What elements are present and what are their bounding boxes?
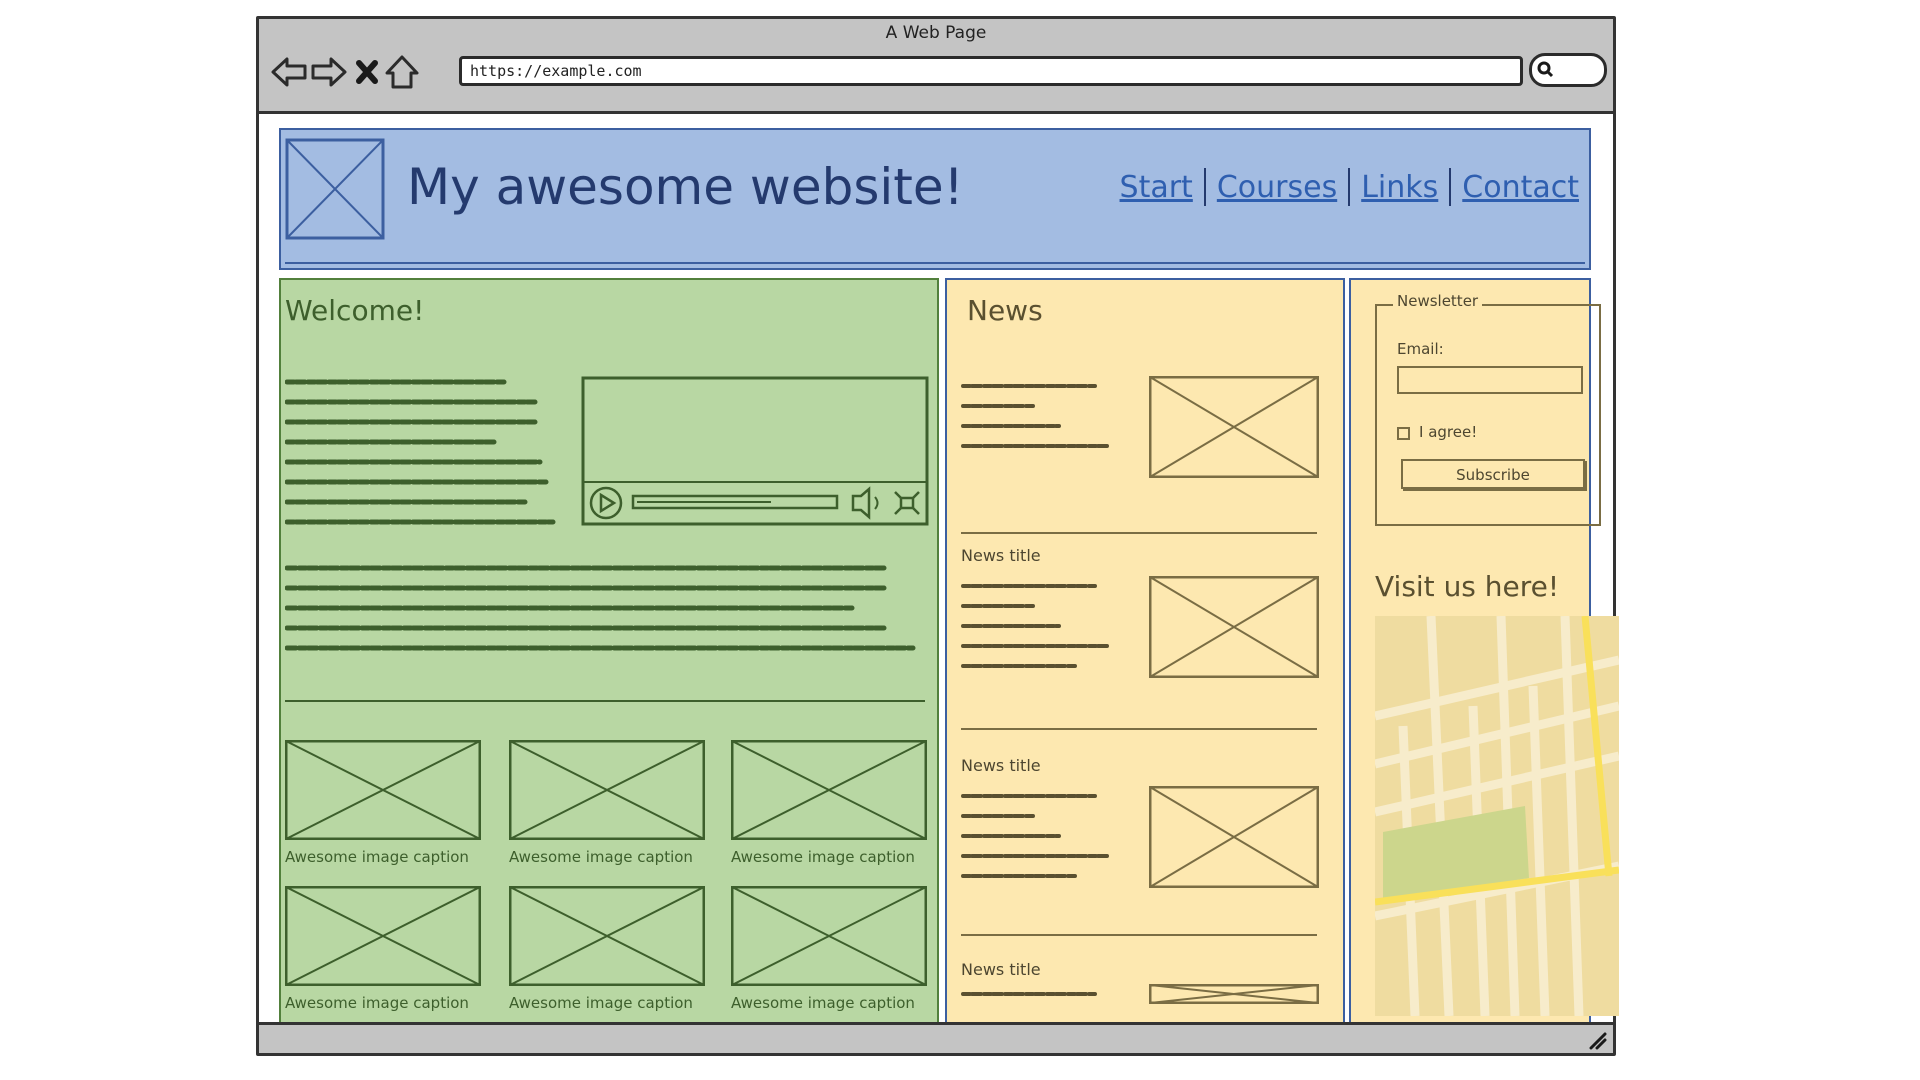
agree-checkbox[interactable]: [1397, 427, 1410, 440]
resize-grip-icon[interactable]: [1587, 1030, 1607, 1050]
nav-separator: [1449, 168, 1452, 206]
image-caption: Awesome image caption: [509, 848, 693, 866]
browser-toolbar: A Web Page https://example.com: [259, 19, 1613, 114]
image-caption: Awesome image caption: [509, 994, 693, 1012]
news-divider: [961, 934, 1317, 936]
image-caption: Awesome image caption: [731, 848, 915, 866]
welcome-section: Welcome! Awesome image caption Awesome i…: [279, 278, 939, 1038]
newsletter-form: [1375, 304, 1601, 526]
nav-link-start[interactable]: Start: [1120, 170, 1193, 205]
placeholder-paragraph: [285, 565, 916, 651]
window-title: A Web Page: [885, 23, 987, 43]
site-title: My awesome website!: [407, 158, 964, 216]
news-excerpt: [961, 384, 1109, 448]
logo-placeholder-image: [285, 138, 385, 244]
news-excerpt: [961, 794, 1109, 878]
news-heading: News: [967, 294, 1043, 327]
location-map[interactable]: [1373, 615, 1621, 1020]
news-divider: [961, 728, 1317, 730]
nav-link-contact[interactable]: Contact: [1462, 170, 1579, 205]
subscribe-button[interactable]: Subscribe: [1401, 459, 1585, 489]
news-divider: [961, 532, 1317, 534]
page-viewport: My awesome website! Start Courses Links …: [259, 114, 1621, 1038]
back-arrow-icon[interactable]: [269, 51, 311, 93]
browser-window: A Web Page https://example.com My awesom…: [256, 16, 1621, 1056]
gallery-item[interactable]: Awesome image caption: [284, 885, 485, 1012]
address-bar[interactable]: https://example.com: [459, 56, 1523, 86]
section-divider: [285, 700, 925, 702]
browser-statusbar: [259, 1022, 1613, 1053]
news-image: [1149, 786, 1319, 888]
agree-label: I agree!: [1419, 423, 1478, 441]
sidebar-section: Newsletter Email: I agree! Subscribe Vis…: [1349, 278, 1621, 1038]
gallery-item[interactable]: Awesome image caption: [508, 885, 709, 1012]
image-caption: Awesome image caption: [285, 848, 469, 866]
news-image: [1149, 984, 1319, 1004]
welcome-heading: Welcome!: [285, 294, 425, 327]
gallery-item[interactable]: Awesome image caption: [730, 739, 931, 866]
news-excerpt: [961, 992, 1097, 996]
news-title: News title: [961, 546, 1041, 565]
news-image: [1149, 576, 1319, 678]
image-caption: Awesome image caption: [731, 994, 915, 1012]
video-player[interactable]: [581, 376, 929, 526]
news-section: News News title News title News title: [945, 278, 1345, 1038]
home-icon[interactable]: [381, 51, 423, 93]
forward-arrow-icon[interactable]: [307, 51, 349, 93]
news-excerpt: [961, 584, 1109, 668]
site-header: My awesome website! Start Courses Links …: [279, 128, 1591, 270]
image-caption: Awesome image caption: [285, 994, 469, 1012]
gallery-item[interactable]: Awesome image caption: [730, 885, 931, 1012]
newsletter-legend: Newsletter: [1393, 292, 1483, 310]
gallery-item[interactable]: Awesome image caption: [508, 739, 709, 866]
browser-search-field[interactable]: [1529, 53, 1607, 87]
news-title: News title: [961, 960, 1041, 979]
placeholder-text-block: [285, 379, 556, 525]
magnifier-icon: [1537, 61, 1554, 78]
nav-link-links[interactable]: Links: [1361, 170, 1438, 205]
news-item[interactable]: News title: [961, 960, 1331, 1004]
nav-separator: [1348, 168, 1351, 206]
visit-heading: Visit us here!: [1375, 570, 1560, 603]
gallery-item[interactable]: Awesome image caption: [284, 739, 485, 866]
header-divider: [285, 262, 1585, 264]
news-image: [1149, 376, 1319, 478]
email-label: Email:: [1397, 340, 1444, 358]
nav-separator: [1203, 168, 1206, 206]
news-item[interactable]: News title: [961, 756, 1331, 888]
nav-link-courses[interactable]: Courses: [1217, 170, 1337, 205]
main-navigation: Start Courses Links Contact: [1120, 168, 1579, 206]
email-field[interactable]: [1397, 366, 1583, 394]
news-title: News title: [961, 756, 1041, 775]
news-item[interactable]: News title: [961, 546, 1331, 678]
